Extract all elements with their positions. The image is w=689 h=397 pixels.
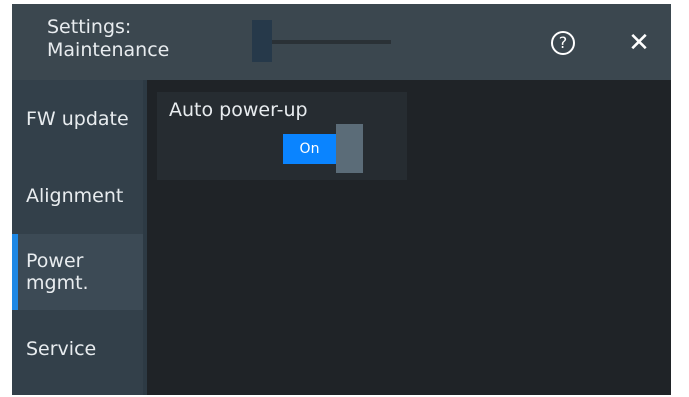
- window-drag-handle[interactable]: [252, 20, 272, 62]
- sidebar-item-service[interactable]: Service: [12, 310, 143, 388]
- window-title: Settings: Maintenance: [47, 16, 170, 61]
- sidebar-item-label: Alignment: [26, 185, 124, 207]
- help-icon[interactable]: ?: [551, 31, 575, 55]
- settings-window: Settings: Maintenance ? ✕ FW update Alig…: [12, 4, 671, 395]
- sidebar-item-power-mgmt[interactable]: Power mgmt.: [12, 234, 143, 310]
- window-drag-track: [270, 40, 391, 44]
- sidebar-item-alignment[interactable]: Alignment: [12, 158, 143, 234]
- sidebar-item-label: Power mgmt.: [26, 250, 89, 294]
- main-content: Auto power-up On: [147, 80, 671, 395]
- sidebar-item-label: Service: [26, 338, 97, 360]
- sidebar-item-fw-update[interactable]: FW update: [12, 80, 143, 158]
- close-icon[interactable]: ✕: [624, 28, 654, 58]
- toggle-knob[interactable]: [336, 124, 363, 173]
- title-bar: Settings: Maintenance ? ✕: [12, 4, 671, 80]
- active-indicator: [12, 234, 18, 310]
- setting-label: Auto power-up: [169, 99, 308, 121]
- sidebar-item-label: FW update: [26, 108, 129, 130]
- sidebar: FW update Alignment Power mgmt. Service: [12, 80, 143, 395]
- auto-power-up-toggle[interactable]: On: [283, 124, 363, 173]
- toggle-state-label: On: [283, 134, 336, 164]
- auto-power-up-setting: Auto power-up On: [157, 92, 407, 180]
